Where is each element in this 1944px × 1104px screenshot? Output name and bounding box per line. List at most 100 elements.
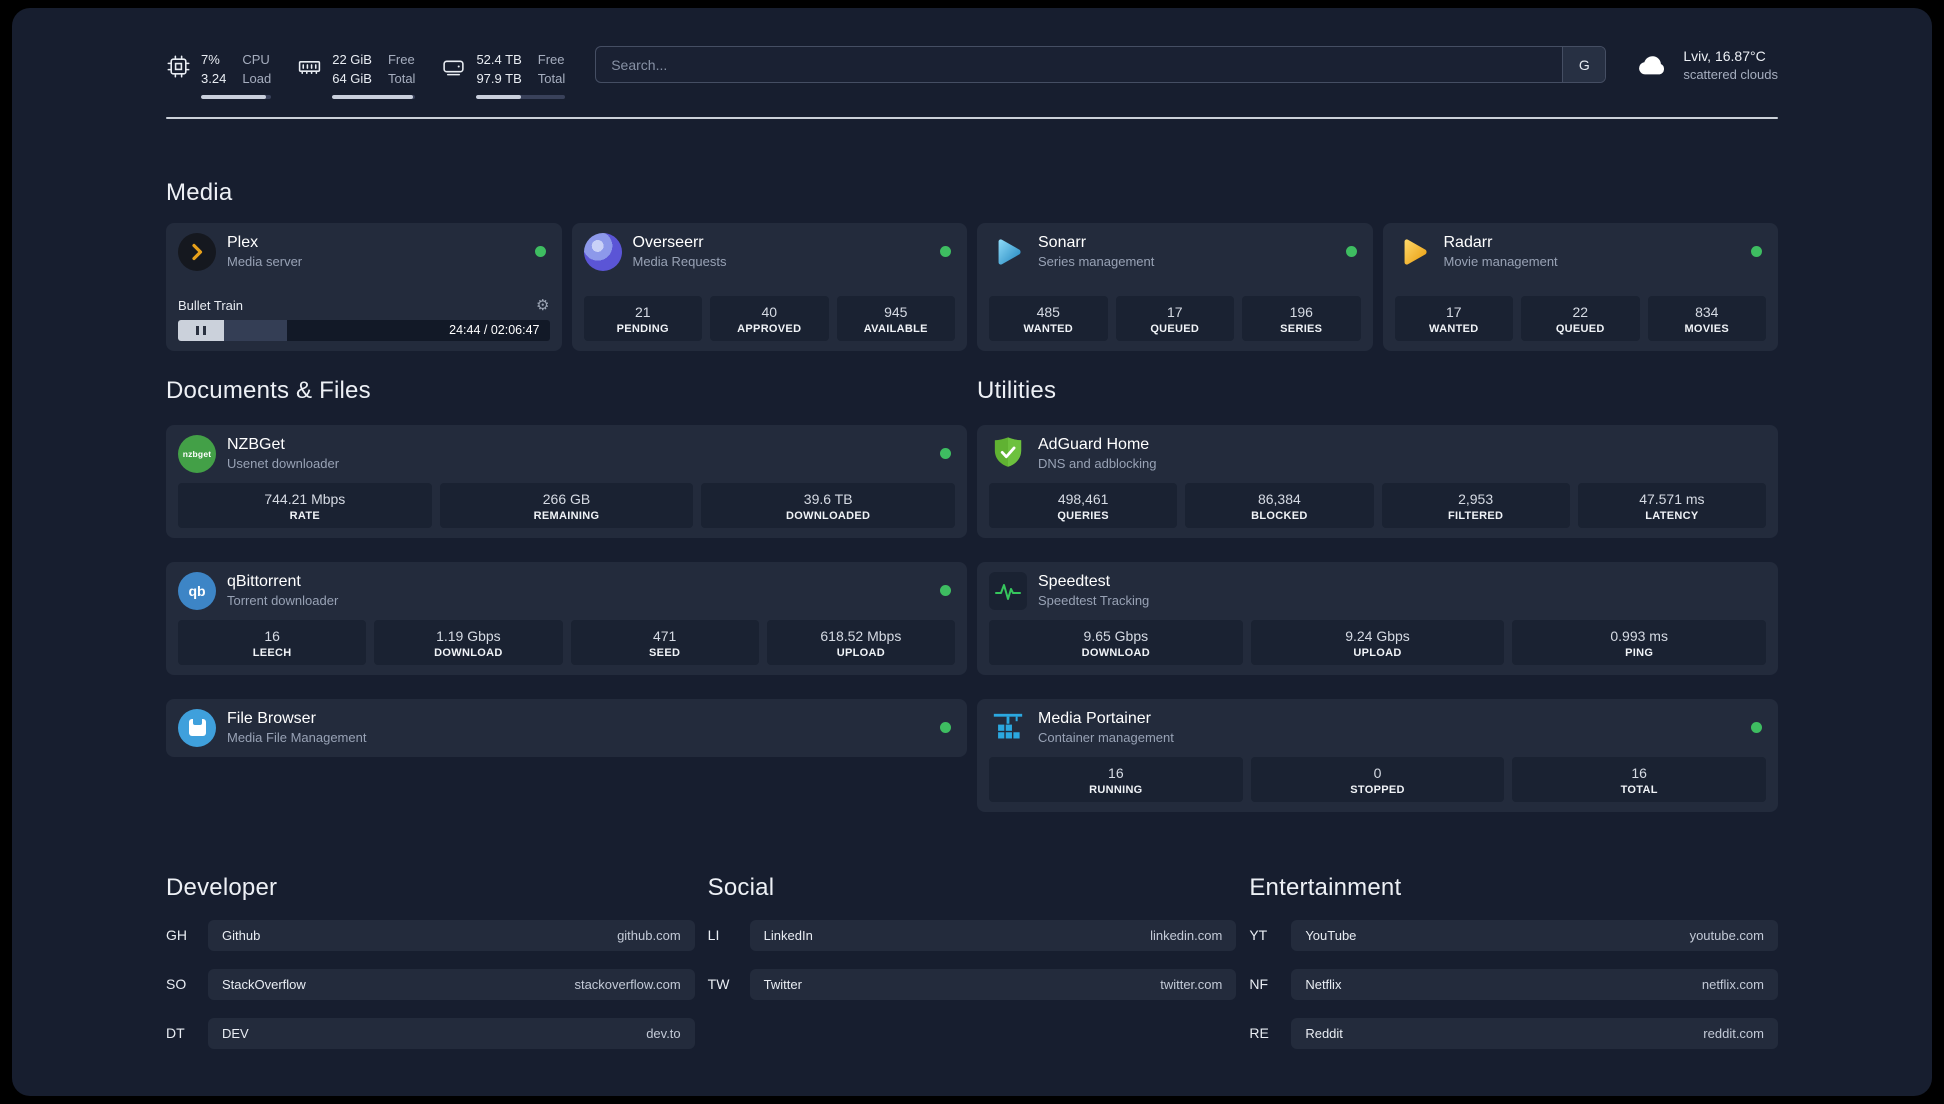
qbittorrent-card[interactable]: qb qBittorrent Torrent downloader 16 LEE… <box>166 561 967 675</box>
bookmark-abbr: LI <box>707 927 720 943</box>
stat-tile: 21 PENDING <box>583 296 702 341</box>
speedtest-card[interactable]: Speedtest Speedtest Tracking 9.65 Gbps D… <box>977 561 1778 675</box>
header-divider <box>166 116 1778 119</box>
stat-label: BLOCKED <box>1251 509 1308 522</box>
stat-tile: 834 MOVIES <box>1647 296 1766 341</box>
bookmark-url: linkedin.com <box>1150 927 1223 943</box>
stat-tile: 39.6 TB DOWNLOADED <box>701 483 956 528</box>
seek-bar[interactable]: 24:44 / 02:06:47 <box>224 319 550 341</box>
app-subtitle: Usenet downloader <box>227 456 340 471</box>
radarr-card[interactable]: Radarr Movie management 17 WANTED 22 QUE… <box>1382 222 1778 351</box>
stat-value: 17 <box>1166 304 1183 321</box>
stat-label: TOTAL <box>1620 783 1658 796</box>
portainer-icon <box>989 709 1027 747</box>
stat-value: 17 <box>1445 304 1462 321</box>
disk-total-value: 97.9 TB <box>476 71 522 87</box>
filebrowser-card[interactable]: File Browser Media File Management <box>166 698 967 757</box>
nzbget-card[interactable]: nzbget NZBGet Usenet downloader 744.21 M… <box>166 424 967 538</box>
section-title-utilities: Utilities <box>977 376 1057 404</box>
section-title-developer: Developer <box>166 873 278 901</box>
stat-label: LEECH <box>252 646 292 659</box>
app-title: Media Portainer <box>1038 710 1151 727</box>
cpu-icon <box>166 52 191 99</box>
stat-tile: 0.993 ms PING <box>1512 620 1767 665</box>
hard-drive-icon <box>441 52 466 99</box>
status-dot <box>1751 722 1762 733</box>
settings-gear-icon[interactable]: ⚙ <box>536 298 549 313</box>
plex-card[interactable]: Plex Media server Bullet Train ⚙ 24:44 /… <box>166 222 562 351</box>
app-title: NZBGet <box>227 436 285 453</box>
disk-monitor: 52.4 TB 97.9 TB Free Total <box>441 52 566 99</box>
app-subtitle: Container management <box>1038 730 1174 745</box>
stat-value: 945 <box>884 304 908 321</box>
pause-button[interactable] <box>178 319 224 341</box>
ram-bar <box>332 94 416 99</box>
bookmark-name: Twitter <box>763 976 802 992</box>
disk-free-label: Free <box>537 52 565 67</box>
adguard-card[interactable]: AdGuard Home DNS and adblocking 498,461 … <box>977 424 1778 538</box>
top-bar: 7% 3.24 CPU Load 22 GiB 64 GiB Free Tota… <box>166 44 1778 99</box>
stat-label: REMAINING <box>533 509 600 522</box>
app-subtitle: Media File Management <box>227 730 367 745</box>
status-dot <box>940 585 951 596</box>
bookmark-abbr: GH <box>166 927 187 943</box>
stat-value: 744.21 Mbps <box>264 491 346 508</box>
stat-label: LATENCY <box>1645 509 1699 522</box>
status-dot <box>534 246 546 257</box>
stat-tile: 485 WANTED <box>989 296 1108 341</box>
stat-tile: 498,461 QUERIES <box>989 483 1178 528</box>
bookmark-twitter[interactable]: TW Twitter twitter.com <box>707 968 1237 1000</box>
stat-tile: 17 WANTED <box>1394 296 1513 341</box>
stat-value: 39.6 TB <box>803 491 853 508</box>
overseerr-icon <box>583 232 622 271</box>
app-subtitle: Media Requests <box>632 254 727 269</box>
stat-tile: 17 QUEUED <box>1115 296 1234 341</box>
stat-tile: 744.21 Mbps RATE <box>178 483 432 528</box>
bookmark-netflix[interactable]: NF Netflix netflix.com <box>1249 968 1778 1000</box>
portainer-card[interactable]: Media Portainer Container management 16 … <box>977 698 1778 812</box>
cpu-usage-value: 7% <box>201 52 220 67</box>
bookmark-abbr: TW <box>707 976 730 992</box>
memory-icon <box>297 52 322 99</box>
stat-tile: 618.52 Mbps UPLOAD <box>766 620 955 665</box>
stat-value: 834 <box>1695 304 1719 321</box>
stat-label: PENDING <box>616 322 669 335</box>
bookmark-url: twitter.com <box>1160 976 1223 992</box>
stat-tile: 22 QUEUED <box>1521 296 1640 341</box>
stat-tile: 266 GB REMAINING <box>439 483 694 528</box>
filebrowser-icon <box>178 708 216 747</box>
stat-label: WANTED <box>1429 322 1479 335</box>
bookmark-youtube[interactable]: YT YouTube youtube.com <box>1249 919 1778 951</box>
stat-tile: 16 TOTAL <box>1512 757 1767 802</box>
stat-value: 471 <box>652 628 677 645</box>
search-engine-button[interactable]: G <box>1562 47 1606 82</box>
stat-value: 618.52 Mbps <box>820 628 902 645</box>
app-title: Speedtest <box>1038 573 1111 590</box>
stat-label: RUNNING <box>1089 783 1143 796</box>
speedtest-icon <box>989 571 1027 610</box>
dashboard: 7% 3.24 CPU Load 22 GiB 64 GiB Free Tota… <box>12 8 1932 1096</box>
bookmark-reddit[interactable]: RE Reddit reddit.com <box>1249 1017 1778 1049</box>
app-title: qBittorrent <box>227 573 301 590</box>
bookmark-dev[interactable]: DT DEV dev.to <box>166 1017 695 1049</box>
status-dot <box>1345 246 1357 257</box>
stat-value: 9.65 Gbps <box>1083 628 1149 645</box>
stat-tile: 16 RUNNING <box>989 757 1243 802</box>
sonarr-card[interactable]: Sonarr Series management 485 WANTED 17 Q… <box>977 222 1373 351</box>
overseerr-card[interactable]: Overseerr Media Requests 21 PENDING 40 A… <box>571 222 967 351</box>
stat-tile: 471 SEED <box>570 620 759 665</box>
status-dot <box>940 722 951 733</box>
stat-label: RATE <box>289 509 320 522</box>
stat-label: WANTED <box>1023 322 1073 335</box>
bookmark-abbr: DT <box>166 1025 185 1041</box>
stat-value: 86,384 <box>1257 491 1301 508</box>
search-bar: G <box>595 46 1607 83</box>
bookmark-linkedin[interactable]: LI LinkedIn linkedin.com <box>707 919 1237 951</box>
stat-tile: 86,384 BLOCKED <box>1185 483 1374 528</box>
bookmark-name: DEV <box>222 1025 249 1041</box>
bookmark-github[interactable]: GH Github github.com <box>166 919 695 951</box>
search-input[interactable] <box>596 47 1563 82</box>
stat-label: DOWNLOAD <box>1081 646 1151 659</box>
bookmark-stackoverflow[interactable]: SO StackOverflow stackoverflow.com <box>166 968 695 1000</box>
bookmark-url: netflix.com <box>1701 976 1764 992</box>
